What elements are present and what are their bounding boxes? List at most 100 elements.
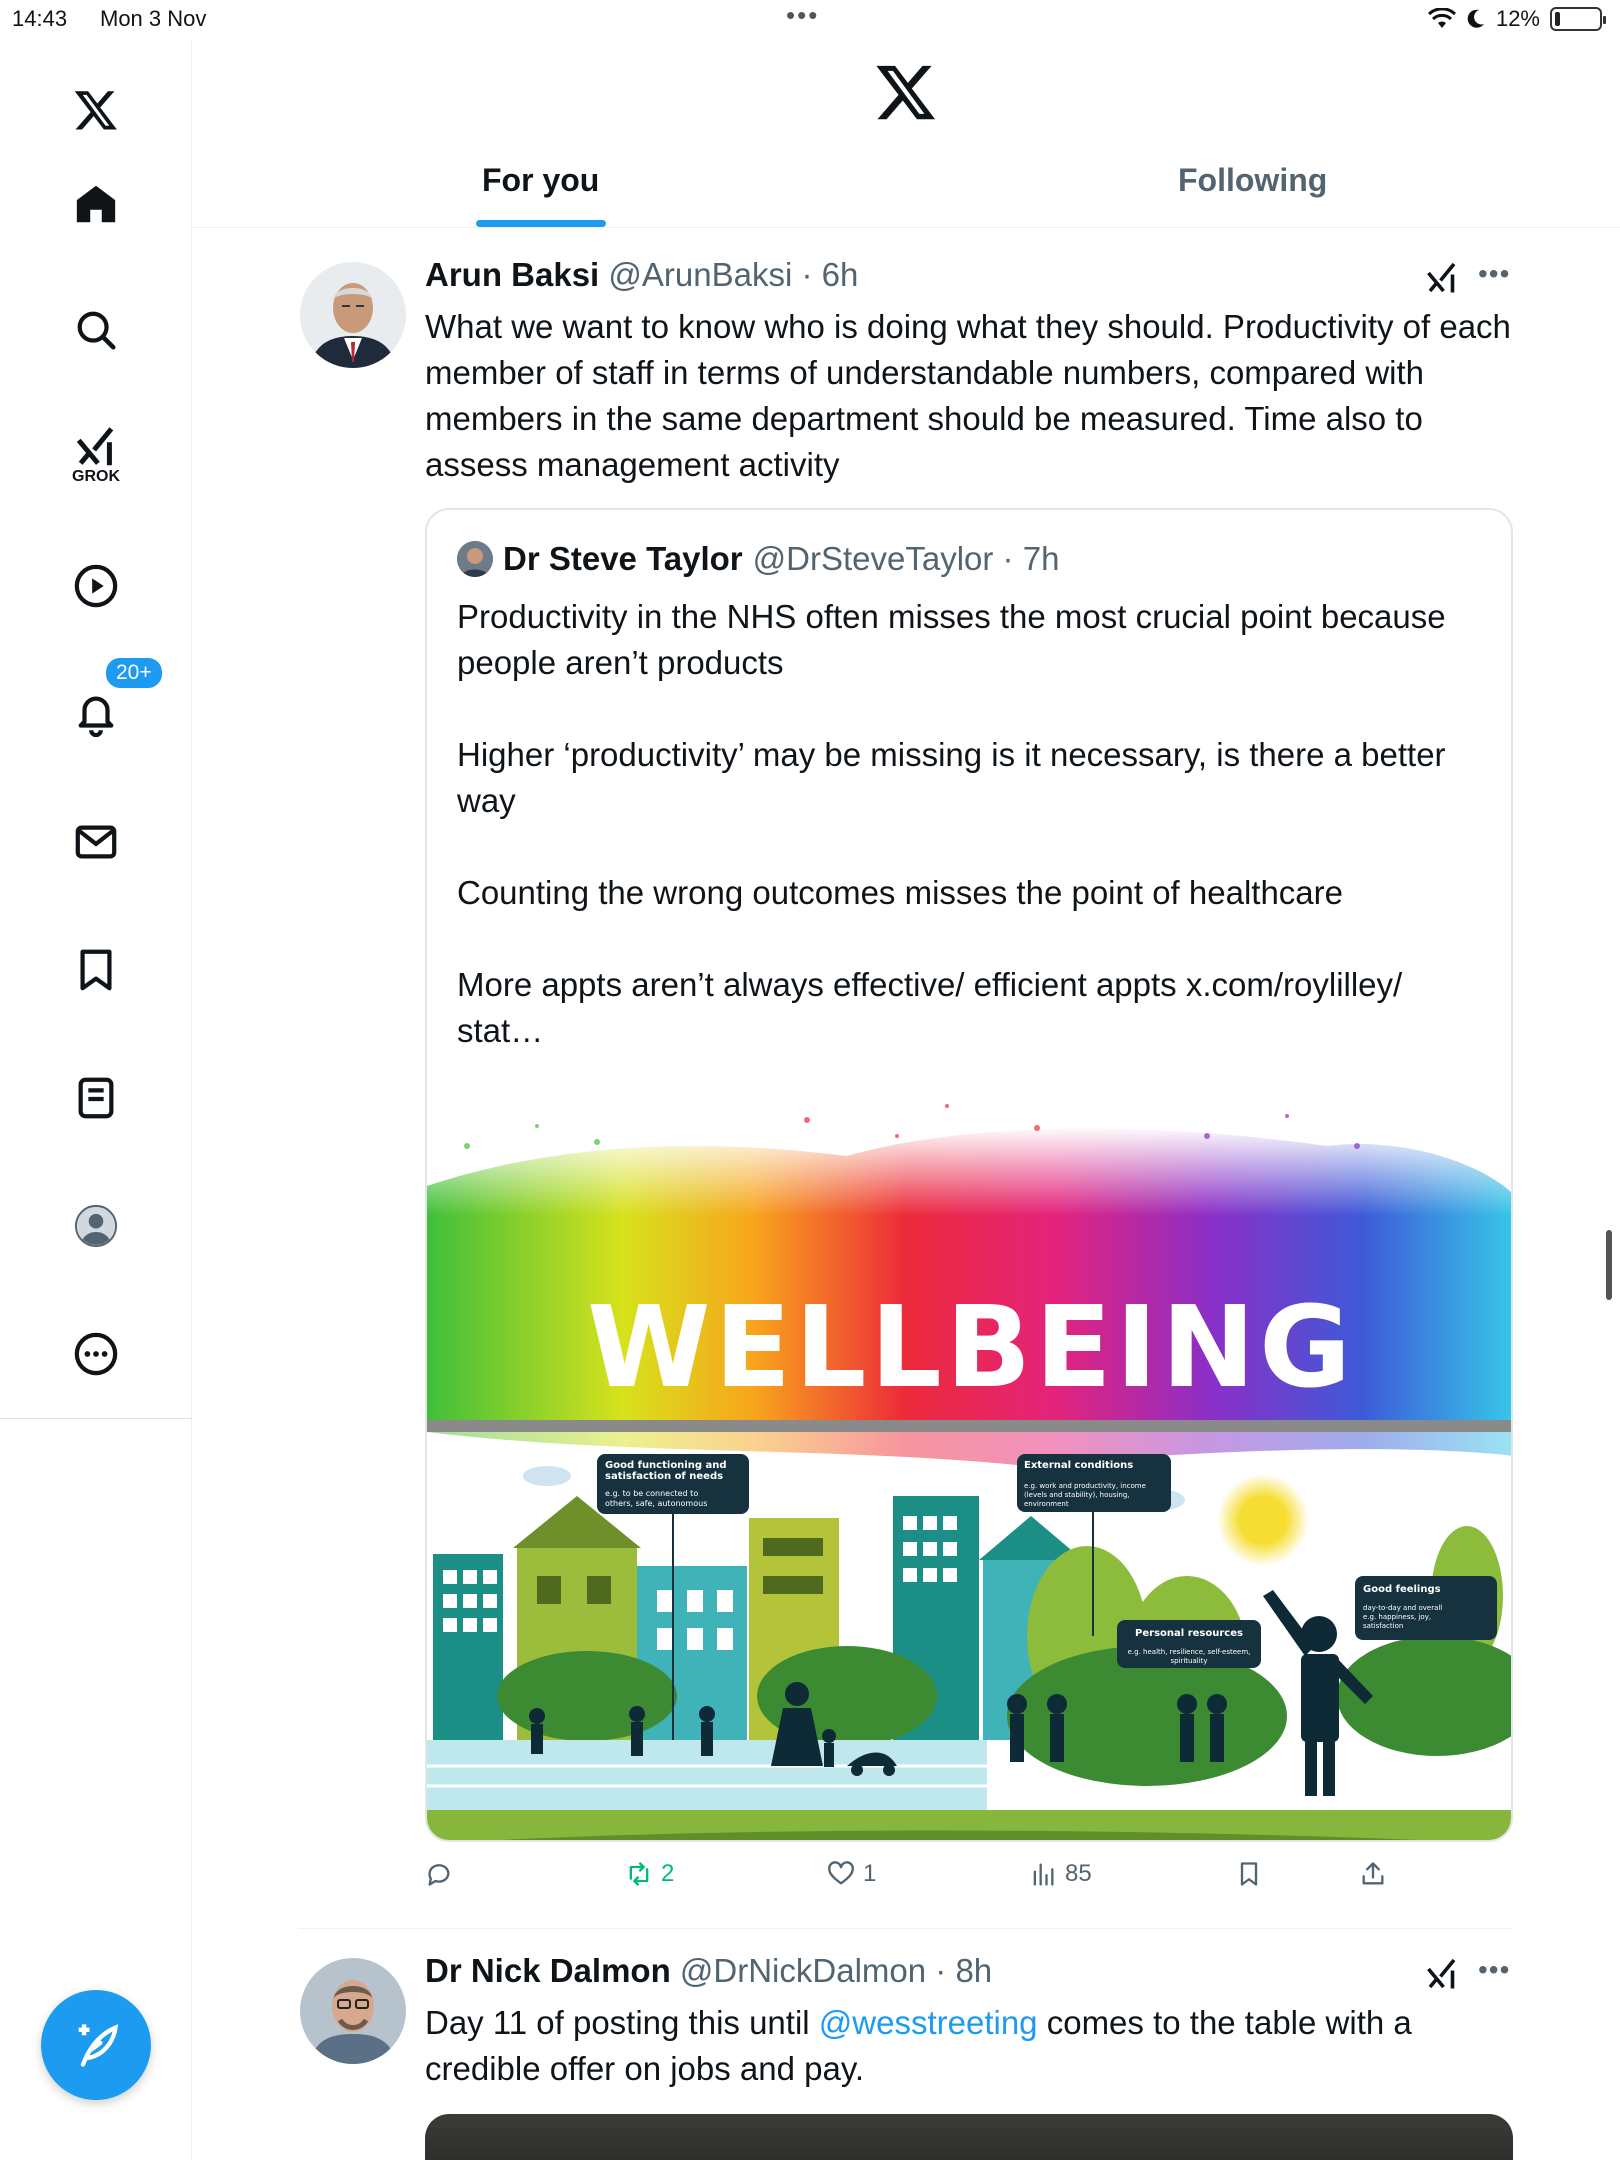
- sidebar-item-home[interactable]: [56, 164, 136, 244]
- label-line: day-to-day and overall: [1363, 1604, 1442, 1612]
- user-photo-nick-dalmon: [300, 1958, 406, 2064]
- quote-text: Productivity in the NHS often misses the…: [457, 594, 1487, 1054]
- label-line: (levels and stability), housing,: [1024, 1491, 1130, 1499]
- grok-explain-icon[interactable]: [1424, 1957, 1460, 1993]
- avatar[interactable]: [300, 262, 406, 368]
- battery-icon: [1550, 7, 1606, 31]
- label-personal-resources: Personal resources e.g. health, resilien…: [1117, 1620, 1261, 1668]
- label-line: e.g. to be connected to: [605, 1489, 698, 1498]
- quote-author-name: Dr Steve Taylor: [503, 540, 743, 577]
- tweet-actions: 2 1 85: [425, 1860, 1425, 1900]
- sidebar-item-videos[interactable]: [56, 546, 136, 626]
- moon-icon: [1467, 9, 1484, 28]
- avatar-icon: [74, 1204, 118, 1248]
- repost-icon: [629, 1862, 649, 1886]
- more-options-icon[interactable]: •••: [1478, 1954, 1510, 1986]
- post-media-preview[interactable]: [425, 2114, 1513, 2160]
- sidebar-item-more[interactable]: [56, 1314, 136, 1394]
- avatar[interactable]: [300, 1958, 406, 2064]
- tab-following[interactable]: Following: [1178, 162, 1327, 199]
- multitasking-dots-icon[interactable]: •••: [786, 0, 819, 31]
- quote-paragraph: Counting the wrong outcomes misses the p…: [457, 874, 1344, 911]
- feather-plus-icon: [78, 2024, 119, 2067]
- x-header-logo-icon[interactable]: [874, 60, 938, 124]
- scrollbar[interactable]: [1606, 1230, 1612, 1300]
- user-photo-arun-baksi: [300, 262, 406, 368]
- post-time[interactable]: 6h: [822, 256, 859, 293]
- status-date: Mon 3 Nov: [100, 6, 207, 31]
- bookmark-icon: [80, 949, 112, 991]
- quote-paragraph: Productivity in the NHS often misses the…: [457, 598, 1446, 681]
- label-good-feelings: Good feelings day-to-day and overall e.g.…: [1355, 1576, 1497, 1640]
- reply-button[interactable]: [425, 1860, 461, 1888]
- share-button[interactable]: [1359, 1860, 1387, 1888]
- quote-post-time: 7h: [1022, 540, 1060, 577]
- sidebar-item-grok[interactable]: GROK: [56, 408, 136, 488]
- author-handle[interactable]: @DrNickDalmon: [680, 1952, 926, 1989]
- quote-author-handle: @DrSteveTaylor: [752, 540, 994, 577]
- grok-explain-icon[interactable]: [1424, 261, 1460, 297]
- wifi-icon: [1427, 8, 1456, 28]
- mail-icon: [75, 825, 117, 859]
- sidebar-divider: [0, 1418, 192, 1419]
- status-bar: 14:43 Mon 3 Nov ••• 12%: [0, 0, 1620, 40]
- status-indicators: 12%: [1427, 6, 1606, 32]
- quote-paragraph: More appts aren’t always effective/ effi…: [457, 966, 1403, 1049]
- view-count: 85: [1065, 1860, 1092, 1887]
- label-line: e.g. work and productivity, income: [1024, 1482, 1146, 1490]
- sidebar-item-messages[interactable]: [56, 802, 136, 882]
- x-logo-icon[interactable]: [56, 70, 136, 150]
- personal-resources-title: Personal resources: [1135, 1628, 1243, 1639]
- tweet-text: Day 11 of posting this until @wesstreeti…: [425, 2000, 1525, 2092]
- sidebar-item-notifications[interactable]: 20+: [56, 656, 164, 754]
- label-line: satisfaction: [1363, 1622, 1403, 1630]
- timeline-tabs: For you Following: [193, 150, 1620, 228]
- avatar: [457, 541, 493, 577]
- sidebar-item-profile[interactable]: [56, 1186, 136, 1266]
- label-line: spirituality: [1170, 1657, 1207, 1665]
- analytics-icon: [1033, 1863, 1054, 1886]
- bookmark-button[interactable]: [1235, 1860, 1263, 1888]
- bookmark-icon: [1240, 1862, 1258, 1886]
- share-icon: [1362, 1862, 1384, 1885]
- status-time: 14:43: [12, 6, 68, 31]
- separator-dot: ·: [993, 540, 1023, 577]
- repost-count: 2: [661, 1860, 675, 1887]
- author-name[interactable]: Arun Baksi: [425, 256, 599, 293]
- like-count: 1: [863, 1860, 877, 1887]
- battery-level: [1555, 12, 1560, 26]
- label-line: e.g. happiness, joy,: [1363, 1613, 1431, 1621]
- tweet-header: Dr Nick Dalmon @DrNickDalmon · 8h: [425, 1952, 992, 1990]
- label-line: satisfaction of needs: [605, 1471, 723, 1482]
- like-button[interactable]: 1: [827, 1860, 876, 1888]
- post-time[interactable]: 8h: [955, 1952, 992, 1989]
- views-button[interactable]: 85: [1029, 1860, 1092, 1888]
- more-options-icon[interactable]: •••: [1478, 258, 1510, 290]
- wellbeing-infographic-image[interactable]: WELLBEING Good functioning and satisfact…: [427, 1076, 1513, 1842]
- play-icon: [74, 564, 118, 608]
- reply-icon: [428, 1864, 450, 1886]
- sidebar-item-lists[interactable]: [56, 1058, 136, 1138]
- label-line: e.g. health, resilience, self-esteem,: [1128, 1648, 1251, 1656]
- mention-link[interactable]: @wesstreeting: [819, 2004, 1038, 2041]
- repost-button[interactable]: 2: [625, 1860, 674, 1888]
- battery-percent: 12%: [1495, 6, 1540, 31]
- quoted-post-card[interactable]: Dr Steve Taylor @DrSteveTaylor · 7h Prod…: [425, 508, 1513, 1842]
- notification-badge: 20+: [104, 656, 164, 690]
- home-icon: [76, 185, 116, 223]
- external-conditions-title: External conditions: [1024, 1460, 1133, 1471]
- tab-for-you[interactable]: For you: [482, 162, 599, 199]
- author-name[interactable]: Dr Nick Dalmon: [425, 1952, 671, 1989]
- quote-paragraph: Higher ‘productivity’ may be missing is …: [457, 736, 1446, 819]
- label-line: environment: [1024, 1500, 1069, 1508]
- grok-icon: [76, 427, 114, 466]
- sidebar-item-explore[interactable]: [56, 290, 136, 370]
- compose-post-button[interactable]: [41, 1990, 151, 2100]
- good-functioning-sub: e.g. to be connected to others, safe, aut…: [605, 1489, 707, 1508]
- tweet-header: Arun Baksi @ArunBaksi · 6h: [425, 256, 858, 294]
- sidebar: GROK 20+: [0, 40, 192, 2160]
- author-handle[interactable]: @ArunBaksi: [608, 256, 792, 293]
- good-feelings-title: Good feelings: [1363, 1584, 1441, 1595]
- sidebar-item-bookmarks[interactable]: [56, 930, 136, 1010]
- separator-dot: ·: [926, 1952, 956, 1989]
